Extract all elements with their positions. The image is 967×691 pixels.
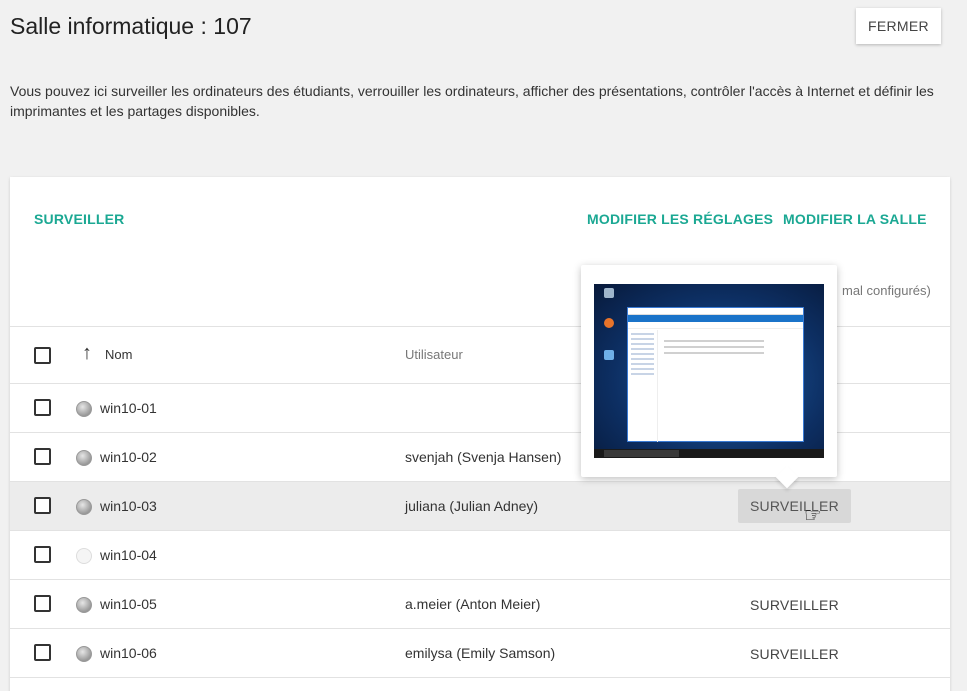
screen-thumbnail[interactable] bbox=[594, 284, 824, 458]
misconfigured-note: mal configurés) bbox=[842, 283, 931, 298]
row-checkbox[interactable] bbox=[34, 399, 51, 416]
taskbar bbox=[594, 449, 824, 458]
arrow-up-icon[interactable]: ↑ bbox=[82, 342, 92, 365]
close-button[interactable]: FERMER bbox=[856, 8, 941, 44]
user-name: juliana (Julian Adney) bbox=[405, 498, 539, 514]
intro-text: Vous pouvez ici surveiller les ordinateu… bbox=[10, 83, 934, 119]
row-checkbox[interactable] bbox=[34, 497, 51, 514]
monitor-button[interactable]: SURVEILLER bbox=[738, 489, 851, 523]
edit-room-link[interactable]: MODIFIER LA SALLE bbox=[783, 211, 927, 227]
monitor-link[interactable]: SURVEILLER bbox=[34, 211, 124, 227]
column-header-name[interactable]: Nom bbox=[105, 347, 132, 362]
status-indicator-icon bbox=[76, 499, 92, 515]
computer-name: win10-02 bbox=[100, 449, 157, 465]
row-checkbox[interactable] bbox=[34, 644, 51, 661]
user-name: emilysa (Emily Samson) bbox=[405, 645, 556, 661]
hand-pointer-icon: ☞ bbox=[804, 505, 822, 527]
row-checkbox[interactable] bbox=[34, 595, 51, 612]
status-indicator-icon bbox=[76, 401, 92, 417]
recycle-bin-icon bbox=[604, 288, 614, 298]
select-all-checkbox[interactable] bbox=[34, 347, 51, 364]
computer-icon bbox=[604, 350, 614, 360]
status-indicator-icon bbox=[76, 597, 92, 613]
user-name: svenjah (Svenja Hansen) bbox=[405, 449, 562, 465]
firefox-icon bbox=[604, 318, 614, 328]
monitor-button[interactable]: SURVEILLER bbox=[750, 597, 839, 613]
computer-name: win10-03 bbox=[100, 498, 157, 514]
table-row[interactable]: win10-05 a.meier (Anton Meier) SURVEILLE… bbox=[10, 580, 950, 629]
computer-name: win10-06 bbox=[100, 645, 157, 661]
computer-name: win10-01 bbox=[100, 400, 157, 416]
monitor-button[interactable]: SURVEILLER bbox=[750, 646, 839, 662]
user-name: a.meier (Anton Meier) bbox=[405, 596, 541, 612]
status-indicator-icon bbox=[76, 548, 92, 564]
edit-settings-link[interactable]: MODIFIER LES RÉGLAGES bbox=[587, 211, 773, 227]
column-header-user[interactable]: Utilisateur bbox=[405, 347, 463, 362]
computer-name: win10-05 bbox=[100, 596, 157, 612]
row-checkbox[interactable] bbox=[34, 448, 51, 465]
table-row[interactable]: win10-03 juliana (Julian Adney) SURVEILL… bbox=[10, 482, 950, 531]
page-title: Salle informatique : 107 bbox=[10, 13, 252, 39]
screen-preview-popup bbox=[581, 265, 837, 489]
table-row[interactable]: win10-06 emilysa (Emily Samson) SURVEILL… bbox=[10, 629, 950, 678]
explorer-window bbox=[627, 307, 804, 442]
status-indicator-icon bbox=[76, 450, 92, 466]
table-row[interactable]: win10-04 bbox=[10, 531, 950, 580]
computer-name: win10-04 bbox=[100, 547, 157, 563]
row-checkbox[interactable] bbox=[34, 546, 51, 563]
status-indicator-icon bbox=[76, 646, 92, 662]
